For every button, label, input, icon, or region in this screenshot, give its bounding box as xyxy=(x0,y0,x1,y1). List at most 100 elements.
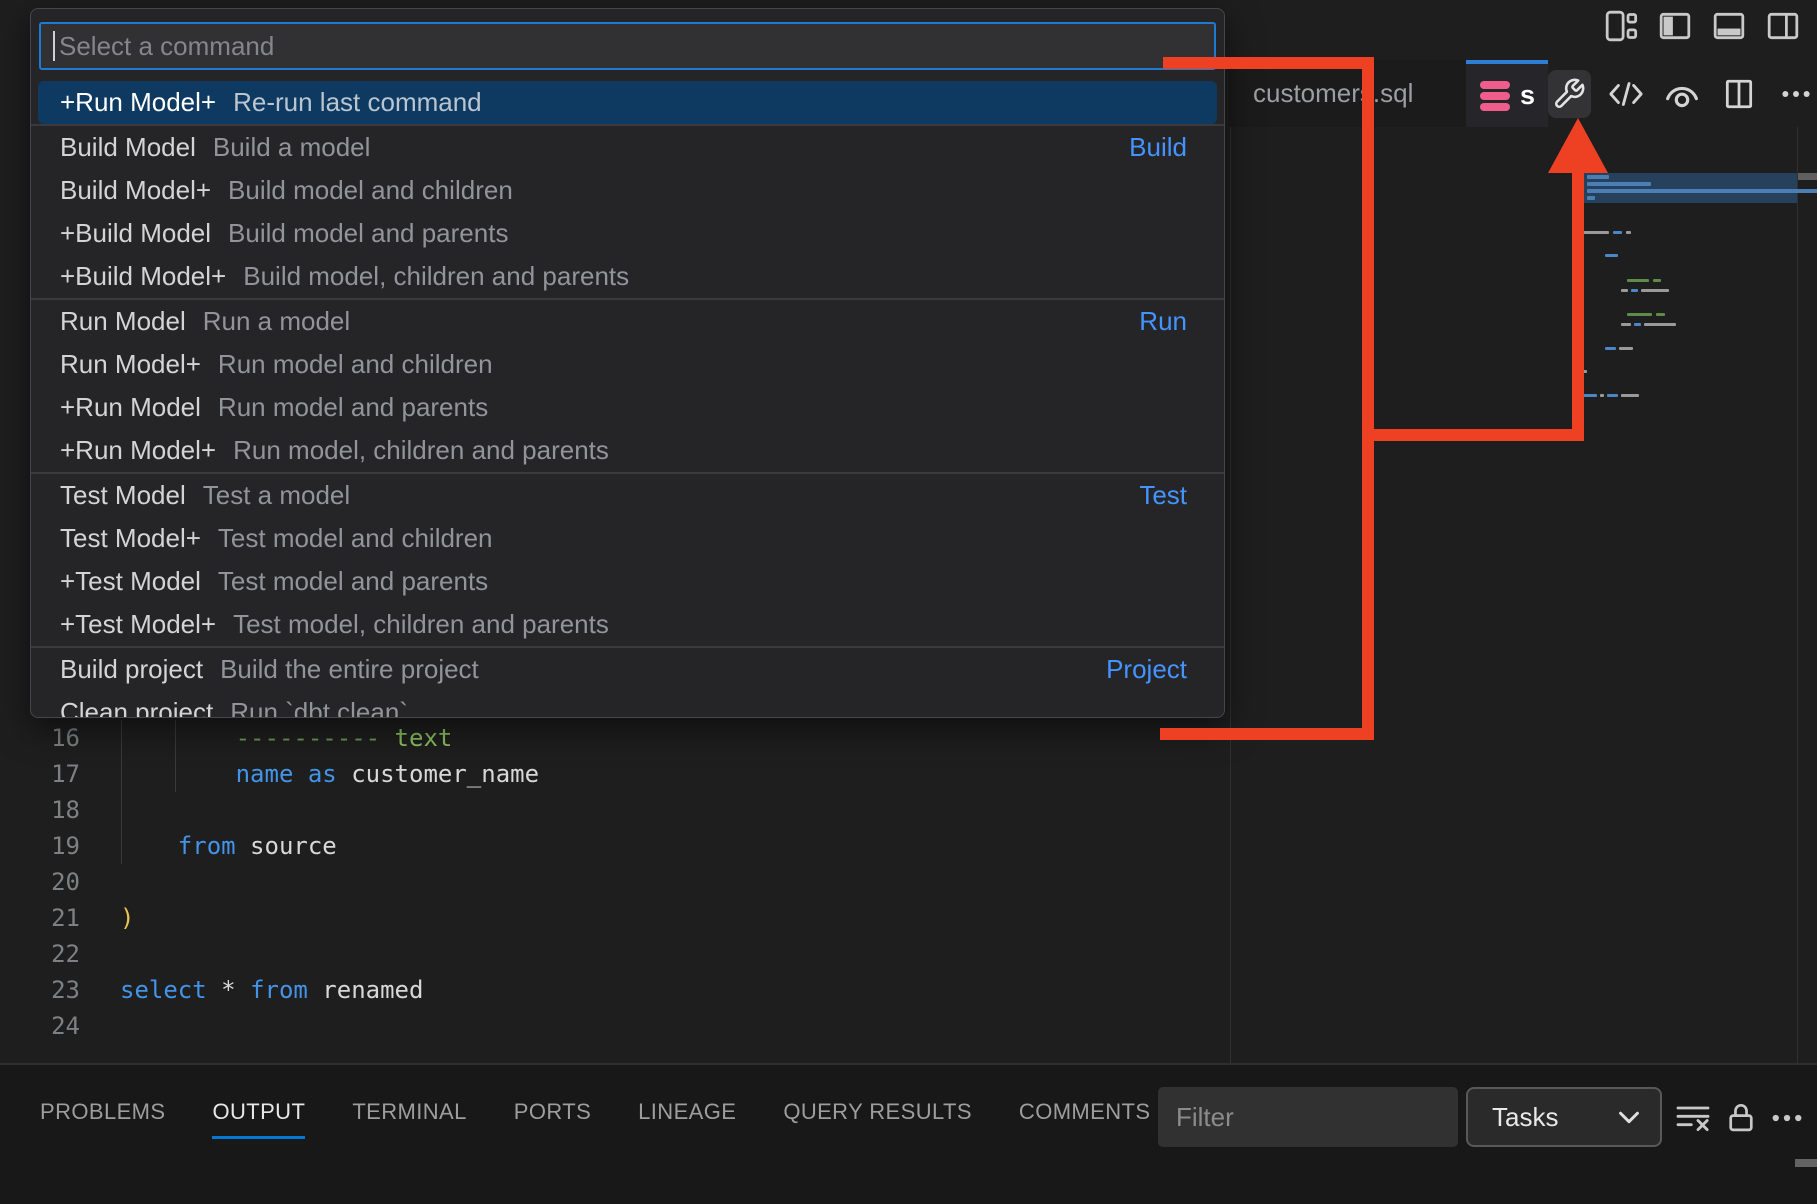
command-item[interactable]: +Run Model Run model and parents xyxy=(38,386,1217,429)
panel-tab-lineage[interactable]: LINEAGE xyxy=(638,1085,736,1139)
minimap-code-segment xyxy=(1605,347,1616,350)
tab-label-truncated: s xyxy=(1520,80,1535,111)
panel-tab-terminal[interactable]: TERMINAL xyxy=(352,1085,466,1139)
panel-tab-query-results[interactable]: QUERY RESULTS xyxy=(783,1085,972,1139)
command-item[interactable]: +Run Model+Re-run last command xyxy=(38,81,1217,124)
command-item-description: Run model and parents xyxy=(218,392,488,423)
command-item[interactable]: Run ModelRun a modelRun xyxy=(38,300,1217,343)
minimap-code-segment xyxy=(1621,394,1639,397)
command-group-badge: Build xyxy=(1129,132,1187,163)
command-item-label: +Test Model+ xyxy=(60,609,216,640)
split-editor-icon[interactable] xyxy=(1718,70,1761,118)
command-group-badge: Test xyxy=(1139,480,1187,511)
command-item-description: Build a model xyxy=(213,132,371,163)
command-item-description: Run a model xyxy=(203,306,350,337)
command-item[interactable]: Clean projectRun `dbt clean` xyxy=(38,691,1217,718)
tab-right-group-active[interactable]: s xyxy=(1466,60,1548,127)
code-line[interactable]: 23select * from renamed xyxy=(0,972,1220,1008)
line-number: 18 xyxy=(0,792,80,828)
minimap-code-segment xyxy=(1583,394,1597,397)
toggle-sidebar-icon[interactable] xyxy=(1657,8,1693,44)
code-line[interactable]: 17 name as customer_name xyxy=(0,756,1220,792)
compile-code-icon[interactable] xyxy=(1605,70,1648,118)
window-controls xyxy=(1603,8,1801,44)
command-item[interactable]: Run Model+Run model and children xyxy=(38,343,1217,386)
line-number: 23 xyxy=(0,972,80,1008)
code-line[interactable]: 22 xyxy=(0,936,1220,972)
code-line[interactable]: 21) xyxy=(0,900,1220,936)
command-item-description: Test model, children and parents xyxy=(233,609,609,640)
minimap-text-bar xyxy=(1587,175,1609,179)
minimap-code-segment xyxy=(1627,313,1652,316)
annotation-line-top xyxy=(1163,57,1374,69)
minimap-code-segment xyxy=(1653,279,1661,282)
vscode-window: customers.sql s xyxy=(0,0,1817,1204)
command-item-description: Re-run last command xyxy=(233,87,482,118)
toggle-panel-icon[interactable] xyxy=(1711,8,1747,44)
annotation-arrowhead xyxy=(1548,118,1608,173)
command-item-label: Build Model xyxy=(60,132,196,163)
minimap-code-segment xyxy=(1621,323,1631,326)
indent-guide xyxy=(121,720,122,864)
command-item[interactable]: +Test ModelTest model and parents xyxy=(38,560,1217,603)
filter-input[interactable]: Filter xyxy=(1158,1087,1458,1147)
lock-icon[interactable] xyxy=(1718,1095,1764,1141)
editor-actions xyxy=(1548,60,1817,127)
minimap-code-segment xyxy=(1627,279,1649,282)
code-line[interactable]: 16 ---------- text xyxy=(0,720,1220,756)
command-list: +Run Model+Re-run last commandBuild Mode… xyxy=(31,81,1224,718)
command-item[interactable]: Build Model Build a model Build xyxy=(38,126,1217,169)
clear-output-icon[interactable] xyxy=(1670,1095,1716,1141)
panel-tab-comments[interactable]: COMMENTS xyxy=(1019,1085,1151,1139)
database-icon xyxy=(1480,81,1510,111)
minimap-selection-highlight xyxy=(1583,173,1797,203)
command-input[interactable]: Select a command xyxy=(39,22,1216,70)
command-item-label: +Run Model xyxy=(60,392,201,423)
code-text: name as customer_name xyxy=(120,756,539,792)
minimap-text-bar xyxy=(1587,182,1651,186)
code-text: ---------- text xyxy=(120,720,452,756)
command-item-label: Test Model+ xyxy=(60,523,201,554)
code-line[interactable]: 20 xyxy=(0,864,1220,900)
command-item[interactable]: Build Model+Build model and children xyxy=(38,169,1217,212)
code-editor[interactable]: 16 ---------- text17 name as customer_na… xyxy=(0,720,1220,1044)
command-item-label: Test Model xyxy=(60,480,186,511)
minimap-code-segment xyxy=(1583,231,1609,234)
command-item[interactable]: +Run Model+Run model, children and paren… xyxy=(38,429,1217,472)
line-number: 20 xyxy=(0,864,80,900)
more-actions-icon[interactable] xyxy=(1774,70,1817,118)
customize-layout-icon[interactable] xyxy=(1603,8,1639,44)
code-line[interactable]: 19 from source xyxy=(0,828,1220,864)
panel-scrollbar[interactable] xyxy=(1795,1159,1817,1167)
toggle-secondary-sidebar-icon[interactable] xyxy=(1765,8,1801,44)
wrench-icon[interactable] xyxy=(1548,70,1591,118)
code-line[interactable]: 24 xyxy=(0,1008,1220,1044)
command-item[interactable]: +Build ModelBuild model and parents xyxy=(38,212,1217,255)
command-item[interactable]: +Test Model+ Test model, children and par… xyxy=(38,603,1217,646)
command-item[interactable]: Test ModelTest a modelTest xyxy=(38,474,1217,517)
command-item[interactable]: +Build Model+Build model, children and p… xyxy=(38,255,1217,298)
command-group-badge: Project xyxy=(1106,654,1187,685)
editor-scrollbar[interactable] xyxy=(1798,173,1817,180)
panel-more-actions-icon[interactable] xyxy=(1764,1095,1810,1141)
minimap-code-segment xyxy=(1619,347,1633,350)
code-line[interactable]: 18 xyxy=(0,792,1220,828)
annotation-line-vertical xyxy=(1362,57,1374,740)
command-item[interactable]: Build projectBuild the entire projectPro… xyxy=(38,648,1217,691)
command-input-placeholder: Select a command xyxy=(59,31,274,62)
line-number: 22 xyxy=(0,936,80,972)
command-item[interactable]: Test Model+Test model and children xyxy=(38,517,1217,560)
panel-tab-problems[interactable]: PROBLEMS xyxy=(40,1085,165,1139)
command-item-label: +Test Model xyxy=(60,566,201,597)
minimap[interactable] xyxy=(1583,173,1797,303)
panel-tab-ports[interactable]: PORTS xyxy=(514,1085,591,1139)
indent-guide xyxy=(175,720,176,792)
tasks-dropdown[interactable]: Tasks xyxy=(1466,1087,1662,1147)
tab-customers-sql[interactable]: customers.sql xyxy=(1228,60,1466,127)
panel-tab-output[interactable]: OUTPUT xyxy=(212,1085,305,1139)
preview-eye-icon[interactable] xyxy=(1661,70,1704,118)
annotation-line-connector xyxy=(1368,429,1584,441)
command-item-label: Clean project xyxy=(60,697,213,718)
tasks-dropdown-label: Tasks xyxy=(1492,1102,1558,1133)
bottom-panel: PROBLEMS OUTPUT TERMINAL PORTS LINEAGE QUERY … xyxy=(0,1063,1817,1204)
